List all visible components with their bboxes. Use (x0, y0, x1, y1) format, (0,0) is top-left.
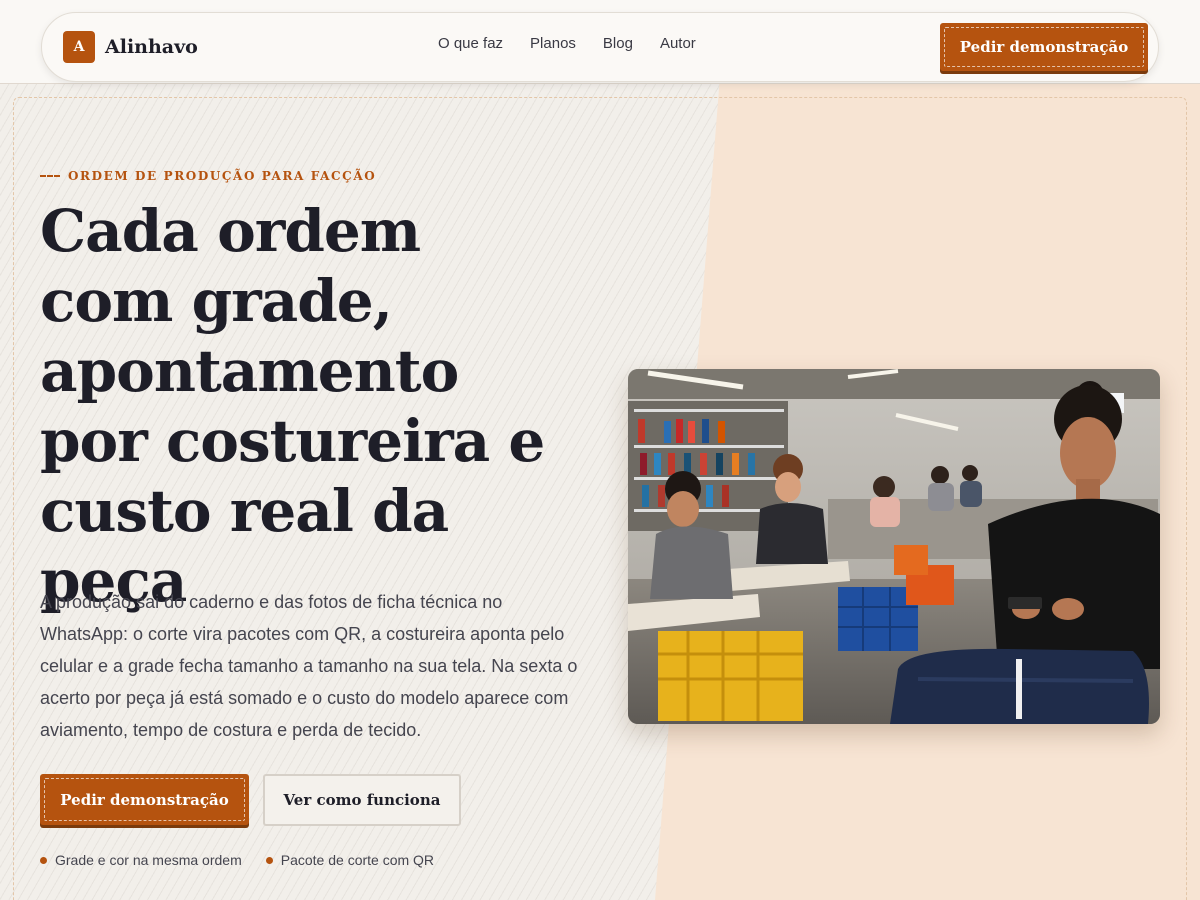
garment-workshop-photo (628, 369, 1160, 724)
brand-logo-link[interactable]: A Alinhavo (63, 31, 198, 63)
headline-line: Cada ordem (40, 197, 421, 265)
brand-mark-icon: A (63, 31, 95, 63)
brand-name: Alinhavo (105, 36, 198, 58)
nav-bar: A Alinhavo O que faz Planos Blog Autor P… (41, 12, 1159, 82)
headline-line: por costureira e (40, 407, 545, 475)
nav-link-autor[interactable]: Autor (660, 35, 696, 52)
feature-label: Grade e cor na mesma ordem (55, 852, 242, 868)
feature-list: Grade e cor na mesma ordem Pacote de cor… (40, 852, 434, 868)
bullet-dot-icon (40, 856, 47, 864)
hero-headline: Cada ordem com grade, apontamento por co… (40, 196, 600, 616)
nav-demo-button[interactable]: Pedir demonstração (940, 23, 1148, 71)
feature-label: Pacote de corte com QR (280, 852, 435, 868)
feature-item: Grade e cor na mesma ordem (40, 852, 242, 868)
eyebrow-text: ORDEM DE PRODUÇÃO PARA FACÇÃO (68, 169, 377, 183)
eyebrow-dash-icon (40, 175, 60, 177)
headline-line: apontamento (40, 337, 459, 405)
bullet-dot-icon (265, 856, 273, 864)
nav-link-blog[interactable]: Blog (603, 35, 633, 52)
hero-lead: A produção sai do caderno e das fotos de… (40, 592, 578, 740)
hero-demo-button[interactable]: Pedir demonstração (40, 774, 249, 825)
nav-link-o-que-faz[interactable]: O que faz (438, 35, 503, 52)
nav-link-planos[interactable]: Planos (530, 35, 576, 52)
feature-item: Pacote de corte com QR (265, 852, 435, 868)
workshop-illustration (628, 369, 1160, 724)
headline-line: com grade, (40, 267, 393, 335)
hero-eyebrow: ORDEM DE PRODUÇÃO PARA FACÇÃO (40, 169, 376, 183)
how-it-works-button[interactable]: Ver como funciona (263, 774, 461, 826)
site-header: A Alinhavo O que faz Planos Blog Autor P… (0, 0, 1200, 84)
nav-links: O que faz Planos Blog Autor (438, 35, 696, 52)
